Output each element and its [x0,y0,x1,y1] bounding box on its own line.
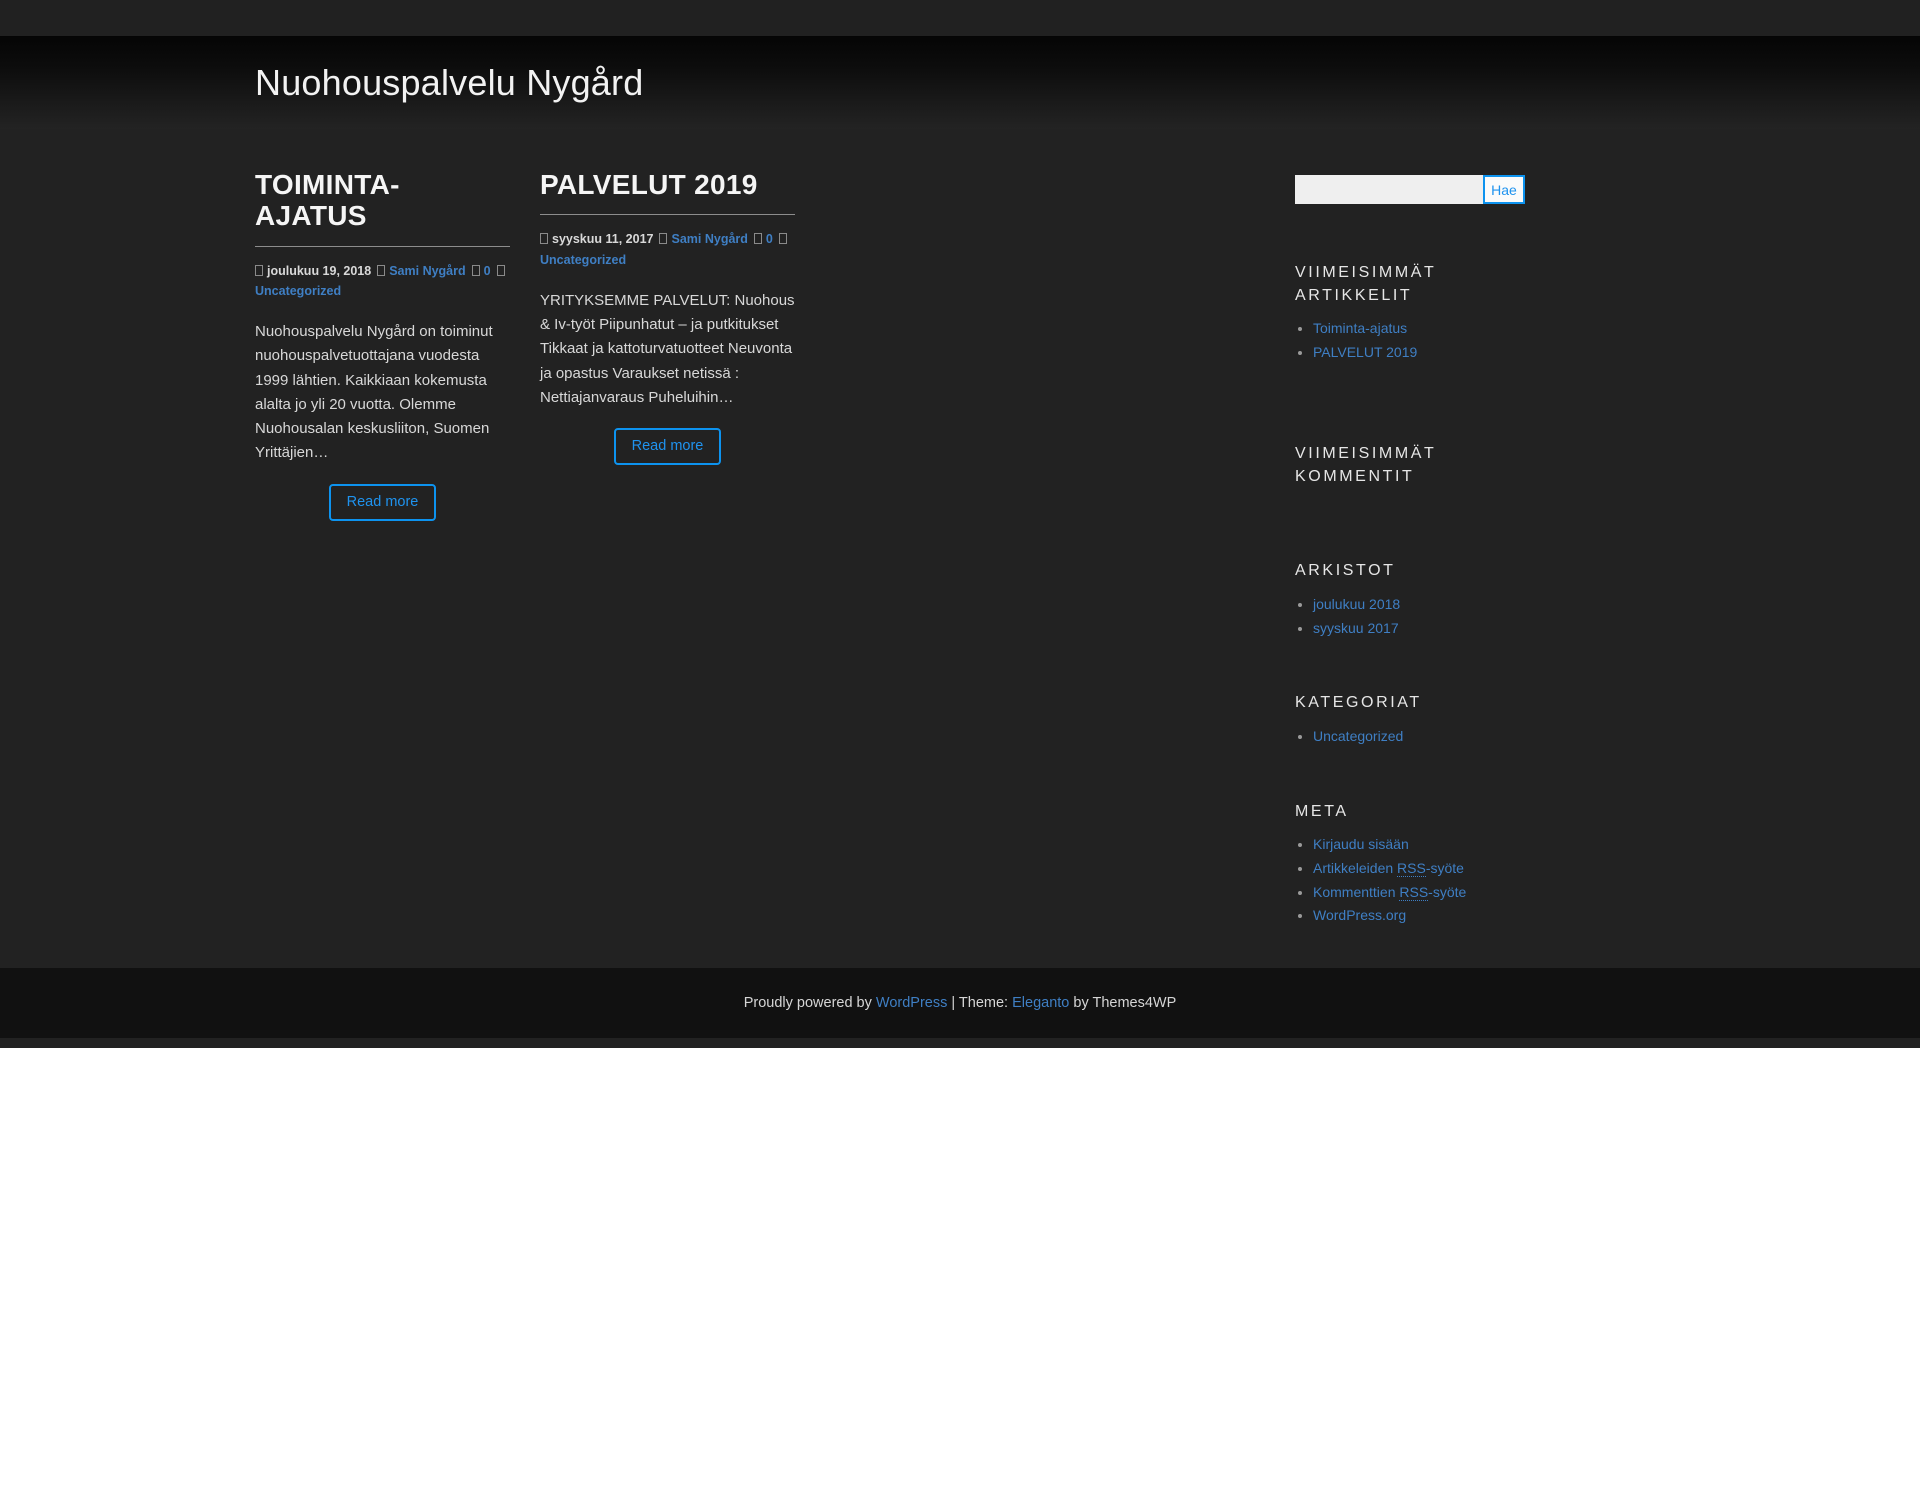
widget-categories: Kategoriat Uncategorized [1295,692,1655,747]
page-tail [0,1038,1920,1049]
footer-separator: | Theme: [947,995,1013,1012]
archives-list: joulukuu 2018 syyskuu 2017 [1295,593,1655,639]
site-footer: Proudly powered by WordPress | Theme: El… [0,968,1920,1039]
widget-title: Meta [1295,802,1349,820]
read-more-row: Read more [540,428,795,466]
post-date: joulukuu 19, 2018 [267,263,372,278]
post-card: PALVELUT 2019 syyskuu 11, 2017 Sami Nygår… [540,169,795,466]
site-header: Nuohouspalvelu Nygård [0,36,1920,129]
widget-title: Arkistot [1295,562,1396,580]
meta-posts-rss-link[interactable]: Artikkeleiden RSS-syöte [1313,860,1464,878]
below-fold-blank [0,1048,1920,1503]
meta-login-link[interactable]: Kirjaudu sisään [1313,836,1409,852]
rss-abbr: RSS [1397,860,1426,878]
meta-rss-prefix: Kommenttien [1313,883,1400,900]
archive-link[interactable]: syyskuu 2017 [1313,620,1399,636]
post-date: syyskuu 11, 2017 [552,232,654,247]
meta-wordpress-link[interactable]: WordPress.org [1313,907,1406,923]
widget-title: Viimeisimmät kommentit [1295,444,1437,485]
list-item: Uncategorized [1313,725,1655,748]
read-more-button[interactable]: Read more [613,428,722,466]
post-comments-link[interactable]: 0 [766,232,773,246]
search-submit-button[interactable] [1483,175,1525,204]
header-inner: Nuohouspalvelu Nygård [195,63,1725,103]
top-bar [0,0,1920,36]
search-form [1295,175,1525,204]
comment-icon [753,233,762,245]
list-item: PALVELUT 2019 [1313,341,1655,364]
list-item: Artikkeleiden RSS-syöte [1313,857,1655,880]
widget-archives: Arkistot joulukuu 2018 syyskuu 2017 [1295,560,1655,639]
post-meta: syyskuu 11, 2017 Sami Nygård 0 Uncategorize… [540,229,795,270]
user-icon [377,264,386,276]
list-item: joulukuu 2018 [1313,593,1655,616]
rss-abbr: RSS [1399,883,1429,901]
content-container: TOIMINTA-AJATUS joulukuu 19, 2018 Sami Ny… [195,169,1725,928]
footer-suffix: by Themes4WP [1069,995,1177,1012]
meta-rss-prefix: Artikkeleiden [1313,860,1398,877]
widget-meta: Meta Kirjaudu sisään Artikkeleiden RSS-s… [1295,801,1655,927]
site-title[interactable]: Nuohouspalvelu Nygård [195,63,1725,103]
post-author-link[interactable]: Sami Nygård [389,264,465,278]
widget-recent-comments: Viimeisimmät kommentit [1295,443,1655,488]
calendar-icon [255,264,263,276]
widget-recent-posts: Viimeisimmät artikkelit Toiminta-ajatus … [1295,262,1655,364]
list-item: Kirjaudu sisään [1313,833,1655,856]
widget-title: Kategoriat [1295,694,1422,712]
content-area: TOIMINTA-AJATUS joulukuu 19, 2018 Sami Ny… [0,129,1920,969]
posts-list: TOIMINTA-AJATUS joulukuu 19, 2018 Sami Ny… [255,169,1135,522]
meta-rss-suffix: -syöte [1425,860,1464,877]
sidebar: Viimeisimmät artikkelit Toiminta-ajatus … [1295,169,1655,928]
post-category-link[interactable]: Uncategorized [255,284,341,298]
category-link[interactable]: Uncategorized [1313,728,1403,744]
post-title[interactable]: PALVELUT 2019 [540,169,795,216]
page-root: Nuohouspalvelu Nygård TOIMINTA-AJATUS jo… [0,0,1920,1049]
comment-icon [471,264,480,276]
folder-icon [496,264,505,276]
meta-list: Kirjaudu sisään Artikkeleiden RSS-syöte … [1295,833,1655,927]
list-item: WordPress.org [1313,904,1655,927]
meta-comments-rss-link[interactable]: Kommenttien RSS-syöte [1313,883,1467,901]
list-item: Kommenttien RSS-syöte [1313,881,1655,904]
list-item: syyskuu 2017 [1313,617,1655,640]
post-comments-link[interactable]: 0 [484,264,491,278]
post-excerpt: YRITYKSEMME PALVELUT: Nuohous & Iv-työt … [540,291,795,406]
recent-post-link[interactable]: PALVELUT 2019 [1313,344,1417,360]
post-category-link[interactable]: Uncategorized [540,253,626,267]
folder-icon [778,233,787,245]
footer-credit: Proudly powered by WordPress | Theme: El… [744,995,1177,1011]
recent-posts-list: Toiminta-ajatus PALVELUT 2019 [1295,317,1655,363]
recent-post-link[interactable]: Toiminta-ajatus [1313,320,1407,336]
read-more-row: Read more [255,483,510,522]
post-author-link[interactable]: Sami Nygård [671,232,747,246]
user-icon [659,233,668,245]
widget-title: Viimeisimmät artikkelit [1295,264,1437,304]
post-meta: joulukuu 19, 2018 Sami Nygård 0 Uncategoriz… [255,261,510,302]
archive-link[interactable]: joulukuu 2018 [1313,596,1400,612]
theme-link[interactable]: Eleganto [1012,995,1069,1011]
wordpress-link[interactable]: WordPress [876,995,947,1011]
footer-prefix: Proudly powered by [743,995,876,1012]
post-excerpt: Nuohouspalvelu Nygård on toiminut nuohou… [255,322,493,462]
categories-list: Uncategorized [1295,725,1655,748]
post-card: TOIMINTA-AJATUS joulukuu 19, 2018 Sami Ny… [255,169,510,522]
search-input[interactable] [1295,175,1483,204]
meta-rss-suffix: -syöte [1428,883,1467,900]
list-item: Toiminta-ajatus [1313,317,1655,340]
read-more-button[interactable]: Read more [328,483,437,522]
calendar-icon [540,233,548,245]
post-title[interactable]: TOIMINTA-AJATUS [255,169,510,247]
